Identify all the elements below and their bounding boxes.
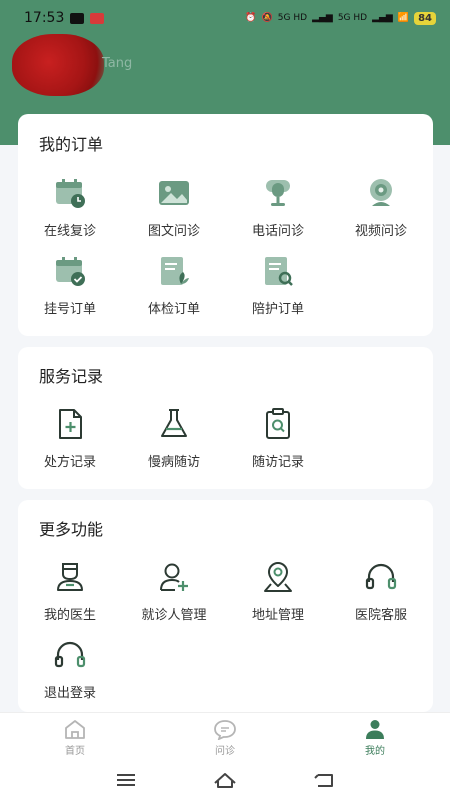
app-notification-icon (90, 12, 105, 24)
my-doctor-label: 我的医生 (43, 608, 96, 623)
tab-home-label: 首页 (65, 746, 85, 757)
video-consult-item[interactable]: 视频问诊 (329, 176, 433, 239)
online-revisit-label: 在线复诊 (43, 224, 96, 239)
hospital-support-item[interactable]: 医院客服 (329, 560, 433, 623)
document-search-icon (265, 257, 293, 286)
prescription-records-label: 处方记录 (43, 455, 96, 470)
checkup-orders-label: 体检订单 (147, 302, 200, 317)
logout-label: 退出登录 (43, 686, 96, 701)
system-navigation-bar (0, 762, 450, 800)
video-consult-label: 视频问诊 (354, 224, 407, 239)
my-doctor-item[interactable]: 我的医生 (18, 560, 122, 623)
phone-consult-label: 电话问诊 (251, 224, 304, 239)
address-management-item[interactable]: 地址管理 (226, 560, 330, 623)
chronic-followup-item[interactable]: 慢病随访 (122, 407, 226, 470)
address-management-label: 地址管理 (251, 608, 304, 623)
prescription-records-item[interactable]: 处方记录 (18, 407, 122, 470)
patient-management-item[interactable]: 就诊人管理 (122, 560, 226, 623)
network-2-label: 5G HD (337, 13, 368, 23)
home-icon (65, 720, 85, 739)
patient-management-label: 就诊人管理 (141, 608, 207, 623)
menu-icon[interactable] (113, 770, 139, 790)
flask-icon (161, 409, 187, 437)
person-icon (366, 720, 384, 739)
wifi-icon: 📶 (397, 13, 410, 23)
image-text-consult-label: 图文问诊 (147, 224, 200, 239)
doctor-icon (57, 563, 83, 591)
tab-mine[interactable]: 我的 (300, 713, 450, 762)
my-orders-card: 我的订单 在线复诊 图文问诊 电话问诊 视频问诊 挂号订单 体检订单 陪护订单 (18, 114, 433, 336)
tiktok-icon (70, 12, 85, 24)
hospital-support-label: 医院客服 (354, 608, 407, 623)
followup-records-item[interactable]: 随访记录 (226, 407, 330, 470)
battery-indicator: 84 (414, 11, 436, 25)
signal-icon: ▂▄▆ (372, 13, 393, 23)
location-icon (264, 562, 292, 592)
service-records-card: 服务记录 处方记录 慢病随访 随访记录 (18, 347, 433, 489)
headset-icon (365, 563, 397, 590)
image-icon (159, 181, 189, 205)
chat-icon (214, 720, 236, 740)
alarm-icon: ⏰ (245, 13, 257, 23)
online-revisit-item[interactable]: 在线复诊 (18, 176, 122, 239)
calendar-check-icon (56, 257, 85, 286)
registration-orders-item[interactable]: 挂号订单 (18, 254, 122, 317)
home-nav-icon[interactable] (212, 770, 238, 790)
headset-icon (54, 641, 86, 668)
phone-consult-item[interactable]: 电话问诊 (226, 176, 330, 239)
back-icon[interactable] (312, 770, 338, 790)
tab-home[interactable]: 首页 (0, 713, 150, 762)
network-1-label: 5G HD (277, 13, 308, 23)
add-user-icon (160, 563, 188, 591)
image-text-consult-item[interactable]: 图文问诊 (122, 176, 226, 239)
avatar[interactable] (12, 34, 104, 96)
calendar-clock-icon (56, 179, 85, 208)
more-functions-title: 更多功能 (39, 520, 104, 539)
microphone-icon (266, 180, 290, 206)
document-leaf-icon (161, 257, 189, 285)
registration-orders-label: 挂号订单 (43, 302, 96, 317)
status-time: 17:53 (24, 10, 65, 26)
file-plus-icon (59, 409, 82, 439)
webcam-icon (370, 179, 392, 206)
chronic-followup-label: 慢病随访 (147, 455, 200, 470)
logout-item[interactable]: 退出登录 (18, 638, 122, 701)
signal-icon: ▂▄▆ (312, 13, 333, 23)
bottom-tab-bar: 首页 问诊 我的 (0, 712, 450, 762)
profile-header[interactable]: Tang (4, 28, 164, 98)
tab-consult-label: 问诊 (215, 746, 235, 757)
service-records-title: 服务记录 (39, 367, 104, 386)
followup-records-label: 随访记录 (251, 455, 304, 470)
tab-consult[interactable]: 问诊 (150, 713, 300, 762)
user-name: Tang (102, 56, 133, 71)
clipboard-search-icon (266, 408, 290, 439)
my-orders-title: 我的订单 (39, 135, 104, 154)
tab-mine-label: 我的 (365, 746, 385, 757)
escort-orders-item[interactable]: 陪护订单 (226, 254, 330, 317)
more-functions-card: 更多功能 我的医生 就诊人管理 地址管理 医院客服 退出登录 (18, 500, 433, 712)
escort-orders-label: 陪护订单 (251, 302, 304, 317)
checkup-orders-item[interactable]: 体检订单 (122, 254, 226, 317)
mute-icon: 🔕 (261, 13, 273, 23)
